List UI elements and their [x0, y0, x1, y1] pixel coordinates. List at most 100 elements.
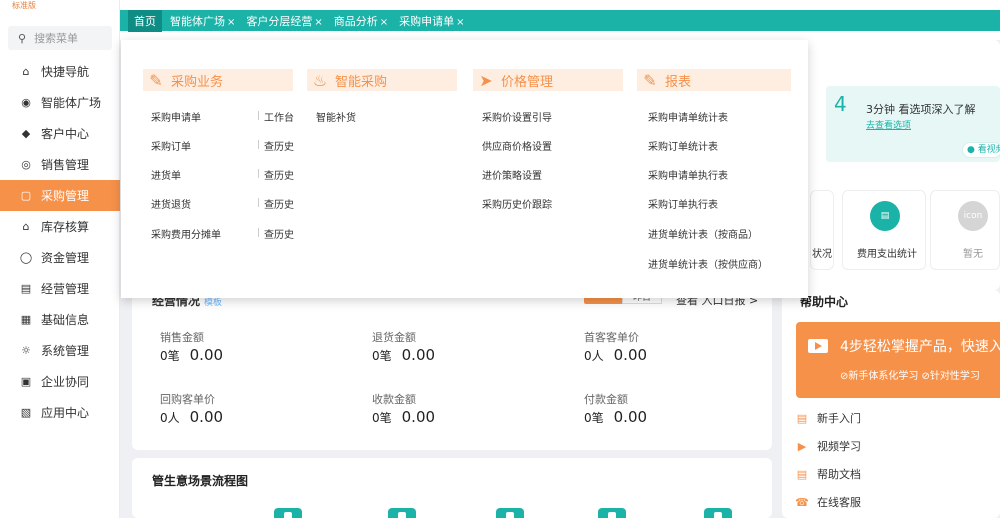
- sidebar-item-customer-center[interactable]: ◆ 客户中心: [0, 118, 120, 149]
- menu-item-report-request-exec[interactable]: 采购申请单执行表: [648, 167, 728, 182]
- sidebar-item-app-center[interactable]: ▧ 应用中心: [0, 397, 120, 428]
- metric-label: 退货金额: [372, 331, 416, 344]
- tab-label: 客户分层经营: [246, 14, 313, 28]
- menu-item-report-receipt-by-supplier[interactable]: 进货单统计表（按供应商）: [648, 256, 768, 271]
- help-link-beginner[interactable]: ▤ 新手入门: [796, 410, 861, 426]
- sidebar-item-label: 快捷导航: [41, 65, 90, 79]
- tab-purchase-request[interactable]: 采购申请单 ×: [399, 13, 464, 29]
- menu-item-report-request-stats[interactable]: 采购申请单统计表: [648, 109, 728, 124]
- quick-item-label: 费用支出统计: [857, 249, 917, 260]
- book-icon: ▤: [796, 411, 808, 425]
- close-icon[interactable]: ×: [227, 17, 235, 28]
- warehouse-icon: ⌂: [22, 220, 30, 233]
- sidebar-item-label: 资金管理: [41, 251, 90, 265]
- menu-item-price-strategy[interactable]: 进价策略设置: [482, 167, 542, 182]
- agent-icon: ◉: [21, 96, 31, 109]
- metric-label: 付款金额: [584, 393, 628, 406]
- tab-home[interactable]: 首页: [128, 9, 162, 32]
- column-header-smart-purchase: ♨ 智能采购: [307, 69, 457, 91]
- menu-item-smart-restock[interactable]: 智能补货: [316, 109, 356, 124]
- flow-node-icon[interactable]: [704, 508, 732, 518]
- quick-item-label: 状况: [812, 249, 832, 260]
- cart-icon: ▢: [20, 189, 32, 202]
- sidebar-item-label: 经营管理: [41, 282, 90, 296]
- menu-item-history-link[interactable]: 查历史: [258, 167, 294, 182]
- close-icon[interactable]: ×: [380, 17, 388, 28]
- help-link-label: 视频学习: [817, 440, 861, 453]
- column-header-label: 智能采购: [335, 74, 388, 90]
- promo-number: 4: [834, 92, 847, 116]
- flow-node-icon[interactable]: [496, 508, 524, 518]
- play-icon: ▶: [797, 439, 807, 453]
- sidebar-item-basic-info[interactable]: ▦ 基础信息: [0, 304, 120, 335]
- column-header-label: 采购业务: [171, 74, 224, 90]
- home-icon: ⌂: [22, 65, 30, 78]
- promo-link[interactable]: 去查看选项: [866, 118, 911, 131]
- metric-count: 0人: [584, 349, 604, 363]
- column-header-reports: ✎ 报表: [637, 69, 791, 91]
- menu-item-history-link[interactable]: 查历史: [258, 138, 294, 153]
- metric-amount: 0.00: [401, 408, 436, 426]
- menu-item-expense-allocation[interactable]: 采购费用分摊单: [151, 226, 221, 241]
- flow-node-icon[interactable]: [274, 508, 302, 518]
- sidebar-item-quick-nav[interactable]: ⌂ 快捷导航: [0, 56, 120, 87]
- metric-count: 0笔: [372, 411, 392, 425]
- close-icon[interactable]: ×: [314, 17, 322, 28]
- sidebar-item-label: 销售管理: [41, 158, 90, 172]
- settings-icon: ☼: [21, 344, 31, 357]
- operations-tag: 模板: [204, 298, 223, 308]
- help-link-support[interactable]: ☎ 在线客服: [795, 494, 861, 510]
- sidebar-item-label: 客户中心: [41, 127, 90, 141]
- menu-item-report-order-stats[interactable]: 采购订单统计表: [648, 138, 718, 153]
- price-tag-icon: ➤: [479, 70, 493, 90]
- sidebar-item-sales[interactable]: ◎ 销售管理: [0, 149, 120, 180]
- metric-amount: 0.00: [189, 408, 224, 426]
- help-link-docs[interactable]: ▤ 帮助文档: [796, 466, 861, 482]
- sidebar-item-purchase[interactable]: ▢ 采购管理: [0, 180, 120, 211]
- flow-node-icon[interactable]: [388, 508, 416, 518]
- sidebar-item-collab[interactable]: ▣ 企业协同: [0, 366, 120, 397]
- help-banner-text: 4步轻松掌握产品，快速入门: [840, 339, 1000, 355]
- watch-video-button[interactable]: ● 看视频: [962, 142, 1000, 158]
- document-icon: ▤: [796, 467, 808, 481]
- sidebar-item-funds[interactable]: ◯ 资金管理: [0, 242, 120, 273]
- column-header-purchase-business: ✎ 采购业务: [143, 69, 293, 91]
- metric-value: 0人 0.00: [160, 408, 223, 426]
- metric-label: 回购客单价: [160, 393, 215, 406]
- tab-customer-tiers[interactable]: 客户分层经营 ×: [246, 13, 322, 29]
- menu-item-history-link[interactable]: 查历史: [258, 196, 294, 211]
- menu-item-purchase-return[interactable]: 进货退货: [151, 196, 191, 211]
- tab-strip: 首页 智能体广场 × 客户分层经营 × 商品分析 × 采购申请单 ×: [120, 9, 1000, 32]
- menu-item-purchase-order[interactable]: 采购订单: [151, 138, 191, 153]
- metric-count: 0人: [160, 411, 180, 425]
- sidebar-item-system[interactable]: ☼ 系统管理: [0, 335, 120, 366]
- metric-value: 0笔 0.00: [372, 346, 435, 364]
- app-icon: ▧: [20, 406, 32, 419]
- help-banner[interactable]: [796, 322, 1000, 398]
- sidebar-item-agent-plaza[interactable]: ◉ 智能体广场: [0, 87, 120, 118]
- sidebar-item-label: 基础信息: [41, 313, 90, 327]
- menu-item-receipt[interactable]: 进货单: [151, 167, 181, 182]
- flow-node-icon[interactable]: [598, 508, 626, 518]
- menu-item-report-receipt-by-product[interactable]: 进货单统计表（按商品）: [648, 226, 758, 241]
- metric-amount: 0.00: [401, 346, 436, 364]
- close-icon[interactable]: ×: [456, 17, 464, 28]
- sidebar-item-operations[interactable]: ▤ 经营管理: [0, 273, 120, 304]
- tab-label: 智能体广场: [170, 14, 225, 28]
- help-link-label: 帮助文档: [817, 468, 861, 481]
- sidebar-item-inventory[interactable]: ⌂ 库存核算: [0, 211, 120, 242]
- tab-product-analysis[interactable]: 商品分析 ×: [334, 13, 388, 29]
- menu-item-price-setup-guide[interactable]: 采购价设置引导: [482, 109, 552, 124]
- menu-item-history-link[interactable]: 查历史: [258, 226, 294, 241]
- clipboard-icon: ▤: [870, 201, 900, 231]
- menu-item-purchase-request[interactable]: 采购申请单: [151, 109, 201, 124]
- menu-item-supplier-price[interactable]: 供应商价格设置: [482, 138, 552, 153]
- metric-amount: 0.00: [613, 346, 648, 364]
- menu-item-report-order-exec[interactable]: 采购订单执行表: [648, 196, 718, 211]
- menu-item-price-history[interactable]: 采购历史价跟踪: [482, 196, 552, 211]
- search-input[interactable]: ⚲ 搜索菜单: [8, 26, 112, 50]
- menu-item-workbench-link[interactable]: 工作台: [258, 109, 294, 124]
- tab-agent-plaza[interactable]: 智能体广场 ×: [170, 13, 235, 29]
- help-link-video[interactable]: ▶ 视频学习: [796, 438, 861, 454]
- money-bag-icon: ◯: [19, 251, 33, 264]
